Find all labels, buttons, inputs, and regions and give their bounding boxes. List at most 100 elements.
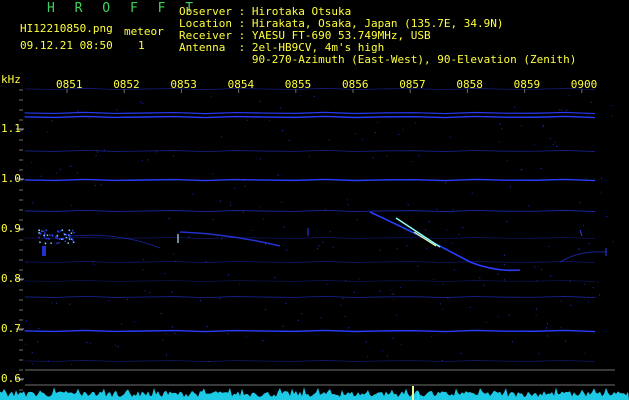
noise-speck: [229, 202, 231, 204]
noise-speck: [210, 96, 212, 98]
noise-speck: [379, 290, 381, 292]
burst-speck: [47, 237, 49, 240]
carrier-line: [24, 111, 596, 115]
burst-speck: [42, 230, 45, 233]
noise-speck: [353, 291, 355, 293]
noise-speck: [228, 274, 230, 276]
noise-speck: [425, 229, 427, 231]
noise-speck: [393, 293, 395, 295]
noise-speck: [233, 188, 235, 190]
noise-speck: [583, 283, 585, 285]
noise-speck: [221, 136, 223, 138]
noise-speck: [259, 207, 261, 209]
noise-speck: [587, 114, 589, 116]
burst-speck: [72, 239, 74, 241]
noise-speck: [97, 151, 99, 153]
noise-speck: [283, 226, 285, 228]
noise-speck: [86, 342, 88, 344]
noise-speck: [251, 229, 253, 231]
noise-speck: [31, 352, 33, 354]
noise-speck: [471, 192, 473, 194]
noise-speck: [358, 278, 360, 280]
noise-speck: [44, 243, 46, 245]
noise-speck: [392, 337, 394, 339]
time-tick-0859: 0859: [513, 78, 541, 91]
doppler-trail: [559, 251, 607, 263]
noise-speck: [325, 208, 327, 210]
noise-speck: [588, 301, 590, 303]
carrier-line: [24, 115, 596, 119]
noise-speck: [264, 243, 266, 245]
noise-speck: [535, 314, 537, 316]
noise-speck: [285, 303, 287, 305]
noise-speck: [361, 138, 363, 140]
noise-speck: [442, 308, 444, 310]
noise-speck: [584, 352, 586, 354]
noise-speck: [142, 259, 144, 261]
burst-speck: [67, 242, 70, 244]
noise-speck: [70, 363, 72, 365]
burst-speck: [56, 234, 59, 237]
burst-speck: [58, 241, 60, 244]
noise-speck: [95, 154, 97, 156]
noise-speck: [462, 227, 464, 229]
noise-speck: [534, 266, 536, 268]
noise-speck: [436, 208, 438, 210]
carrier-line: [24, 150, 596, 152]
burst-speck: [39, 241, 41, 244]
noise-speck: [94, 185, 96, 187]
burst-speck: [60, 229, 62, 232]
noise-speck: [400, 343, 402, 345]
burst-speck: [72, 241, 75, 243]
burst-speck: [48, 238, 50, 240]
noise-speck: [274, 276, 276, 278]
noise-speck: [212, 173, 214, 175]
burst-speck: [49, 234, 51, 236]
noise-speck: [536, 279, 538, 281]
noise-speck: [125, 116, 127, 118]
noise-speck: [559, 109, 561, 111]
freq-tick-0-9: 0.9: [1, 222, 21, 235]
noise-speck: [579, 202, 581, 204]
noise-speck: [499, 123, 501, 125]
noise-speck: [316, 248, 318, 250]
burst-speck: [68, 236, 71, 239]
noise-speck: [25, 320, 27, 322]
noise-speck: [560, 300, 562, 302]
noise-speck: [386, 155, 388, 157]
meteor-head-echo: [395, 217, 441, 248]
noise-speck: [147, 159, 149, 161]
noise-speck: [379, 249, 381, 251]
noise-speck: [70, 165, 72, 167]
noise-speck: [227, 333, 229, 335]
noise-speck: [117, 346, 119, 348]
noise-speck: [441, 359, 443, 361]
burst-speck: [50, 242, 52, 244]
noise-speck: [100, 184, 102, 186]
burst-speck: [65, 236, 68, 239]
noise-speck: [32, 202, 34, 204]
date-time: 09.12.21 08:50: [20, 39, 113, 52]
noise-speck: [442, 283, 444, 285]
noise-speck: [599, 294, 601, 296]
noise-speck: [51, 302, 53, 304]
noise-speck: [611, 115, 613, 117]
burst-speck: [57, 230, 59, 233]
noise-speck: [59, 168, 61, 170]
burst-speck: [64, 233, 66, 236]
noise-speck: [372, 157, 374, 159]
noise-speck: [389, 289, 391, 291]
noise-speck: [264, 308, 266, 310]
noise-speck: [37, 341, 39, 343]
noise-speck: [538, 353, 540, 355]
noise-speck: [149, 113, 151, 115]
noise-speck: [221, 238, 223, 240]
noise-speck: [282, 325, 284, 327]
noise-speck: [173, 155, 175, 157]
burst-speck: [68, 238, 71, 240]
noise-speck: [406, 245, 408, 247]
carrier-line: [24, 210, 596, 212]
spike: [579, 229, 583, 237]
noise-speck: [340, 304, 342, 306]
freq-tick-1-1: 1.1: [1, 122, 21, 135]
